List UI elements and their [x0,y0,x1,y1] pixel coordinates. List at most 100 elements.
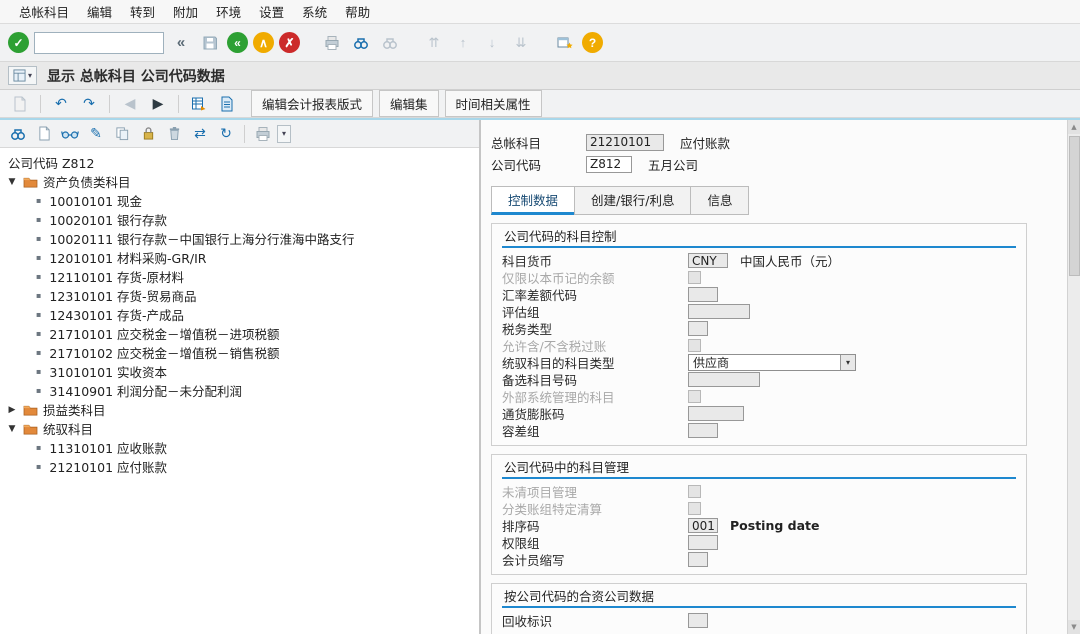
refresh-button[interactable]: ↻ [214,123,238,145]
menu-item[interactable]: 系统 [293,0,336,24]
input-field[interactable] [688,321,708,336]
command-field[interactable] [34,32,164,54]
delete-button[interactable] [162,123,186,145]
input-field[interactable] [688,552,708,567]
new-session-button[interactable] [553,31,577,55]
company-code-field[interactable]: Z812 [586,156,632,173]
scroll-down-icon[interactable]: ▼ [1068,620,1080,634]
tree-group[interactable]: ▼ 统驭科目 [6,419,477,438]
input-field[interactable] [688,406,744,421]
tree-item-label[interactable]: 12430101 存货-产成品 [49,305,184,324]
tree-root-label[interactable]: 公司代码 Z812 [6,153,477,172]
tree-item-label[interactable]: 11310101 应收账款 [49,438,167,457]
vertical-scrollbar[interactable]: ▲ ▼ [1067,120,1080,634]
tree-item[interactable]: ▪10010101 现金 [6,191,477,210]
help-button[interactable]: ? [582,32,603,53]
tree-group[interactable]: ▶损益类科目 [6,400,477,419]
menu-item[interactable]: 帮助 [336,0,379,24]
tree-item[interactable]: ▪21210101 应付账款 [6,457,477,476]
tab[interactable]: 控制数据 [491,186,575,215]
tree-item-label[interactable]: 21710102 应交税金－增值税－销售税额 [49,343,279,362]
tree-item[interactable]: ▪21710101 应交税金－增值税－进项税额 [6,324,477,343]
tree-item[interactable]: ▪31410901 利润分配－未分配利润 [6,381,477,400]
first-page-button[interactable]: ⇈ [422,31,446,55]
next-account-button[interactable]: ▶ [146,92,170,116]
menu-item[interactable]: 设置 [250,0,293,24]
chevron-down-icon[interactable]: ▼ [6,424,18,434]
command-collapse-button[interactable]: « [169,31,193,55]
input-field[interactable] [688,304,750,319]
tree-group-label[interactable]: 资产负债类科目 [43,172,131,191]
tree-item[interactable]: ▪12430101 存货-产成品 [6,305,477,324]
tree-item-label[interactable]: 21210101 应付账款 [49,457,167,476]
tree-item-label[interactable]: 10010101 现金 [49,191,142,210]
app-button[interactable]: 时间相关属性 [445,90,542,117]
menu-item[interactable]: 总帐科目 [10,0,78,24]
menu-item[interactable]: 环境 [207,0,250,24]
tree-group-label[interactable]: 统驭科目 [43,419,93,438]
checkbox[interactable] [688,485,701,498]
chevron-down-icon[interactable]: ▼ [6,177,18,187]
app-button[interactable]: 编辑会计报表版式 [251,90,373,117]
display-button[interactable] [58,123,82,145]
tab[interactable]: 创建/银行/利息 [574,186,691,215]
dropdown[interactable]: 供应商▾ [688,354,856,371]
enter-button[interactable]: ✓ [8,32,29,53]
tree-item-label[interactable]: 10020101 银行存款 [49,210,167,229]
input-field[interactable]: 001 [688,518,718,533]
tree-item-label[interactable]: 12010101 材料采购-GR/IR [49,248,206,267]
back-button[interactable]: « [227,32,248,53]
input-field[interactable]: CNY [688,253,728,268]
create-button[interactable] [32,123,56,145]
copy-button[interactable] [110,123,134,145]
block-button[interactable] [136,123,160,145]
tree-item-label[interactable]: 31010101 实收资本 [49,362,167,381]
tree-group[interactable]: ▼ 资产负债类科目 [6,172,477,191]
undo-button[interactable]: ↶ [49,92,73,116]
input-field[interactable] [688,423,718,438]
find-next-icon[interactable] [378,31,402,55]
next-page-button[interactable]: ↓ [480,31,504,55]
save-icon[interactable] [198,31,222,55]
checkbox[interactable] [688,339,701,352]
chevron-down-icon[interactable]: ▾ [840,355,855,370]
change-button[interactable]: ✎ [84,123,108,145]
tab[interactable]: 信息 [690,186,749,215]
checkbox[interactable] [688,271,701,284]
tree-item[interactable]: ▪12310101 存货-贸易商品 [6,286,477,305]
tree-item-label[interactable]: 12110101 存货-原材料 [49,267,184,286]
search-button[interactable] [6,123,30,145]
redo-button[interactable]: ↷ [77,92,101,116]
scroll-up-icon[interactable]: ▲ [1068,120,1080,134]
input-field[interactable] [688,287,718,302]
last-page-button[interactable]: ⇊ [509,31,533,55]
cancel-button[interactable]: ✗ [279,32,300,53]
exit-button[interactable]: ∧ [253,32,274,53]
tree-item[interactable]: ▪12110101 存货-原材料 [6,267,477,286]
tree-item-label[interactable]: 31410901 利润分配－未分配利润 [49,381,242,400]
tree-item[interactable]: ▪12010101 材料采购-GR/IR [6,248,477,267]
print-dropdown-button[interactable]: ▾ [277,125,291,143]
scroll-thumb[interactable] [1069,136,1080,276]
print-icon[interactable] [320,31,344,55]
previous-page-button[interactable]: ↑ [451,31,475,55]
other-object-button[interactable] [8,92,32,116]
tree-item[interactable]: ▪10020101 银行存款 [6,210,477,229]
tree-item[interactable]: ▪31010101 实收资本 [6,362,477,381]
tree-item[interactable]: ▪10020111 银行存款－中国银行上海分行淮海中路支行 [6,229,477,248]
previous-account-button[interactable]: ◀ [118,92,142,116]
fs-version-button[interactable] [187,92,211,116]
tree-group-label[interactable]: 损益类科目 [43,400,106,419]
screen-menu-button[interactable]: ▾ [8,66,37,85]
gl-account-field[interactable]: 21210101 [586,134,664,151]
input-field[interactable] [688,535,718,550]
edit-set-icon-button[interactable] [215,92,239,116]
menu-item[interactable]: 编辑 [78,0,121,24]
compare-button[interactable]: ⇄ [188,123,212,145]
input-field[interactable] [688,372,760,387]
checkbox[interactable] [688,390,701,403]
tree-print-button[interactable] [251,123,275,145]
tree-item-label[interactable]: 21710101 应交税金－增值税－进项税额 [49,324,279,343]
tree-item-label[interactable]: 12310101 存货-贸易商品 [49,286,196,305]
tree-item-label[interactable]: 10020111 银行存款－中国银行上海分行淮海中路支行 [49,229,354,248]
